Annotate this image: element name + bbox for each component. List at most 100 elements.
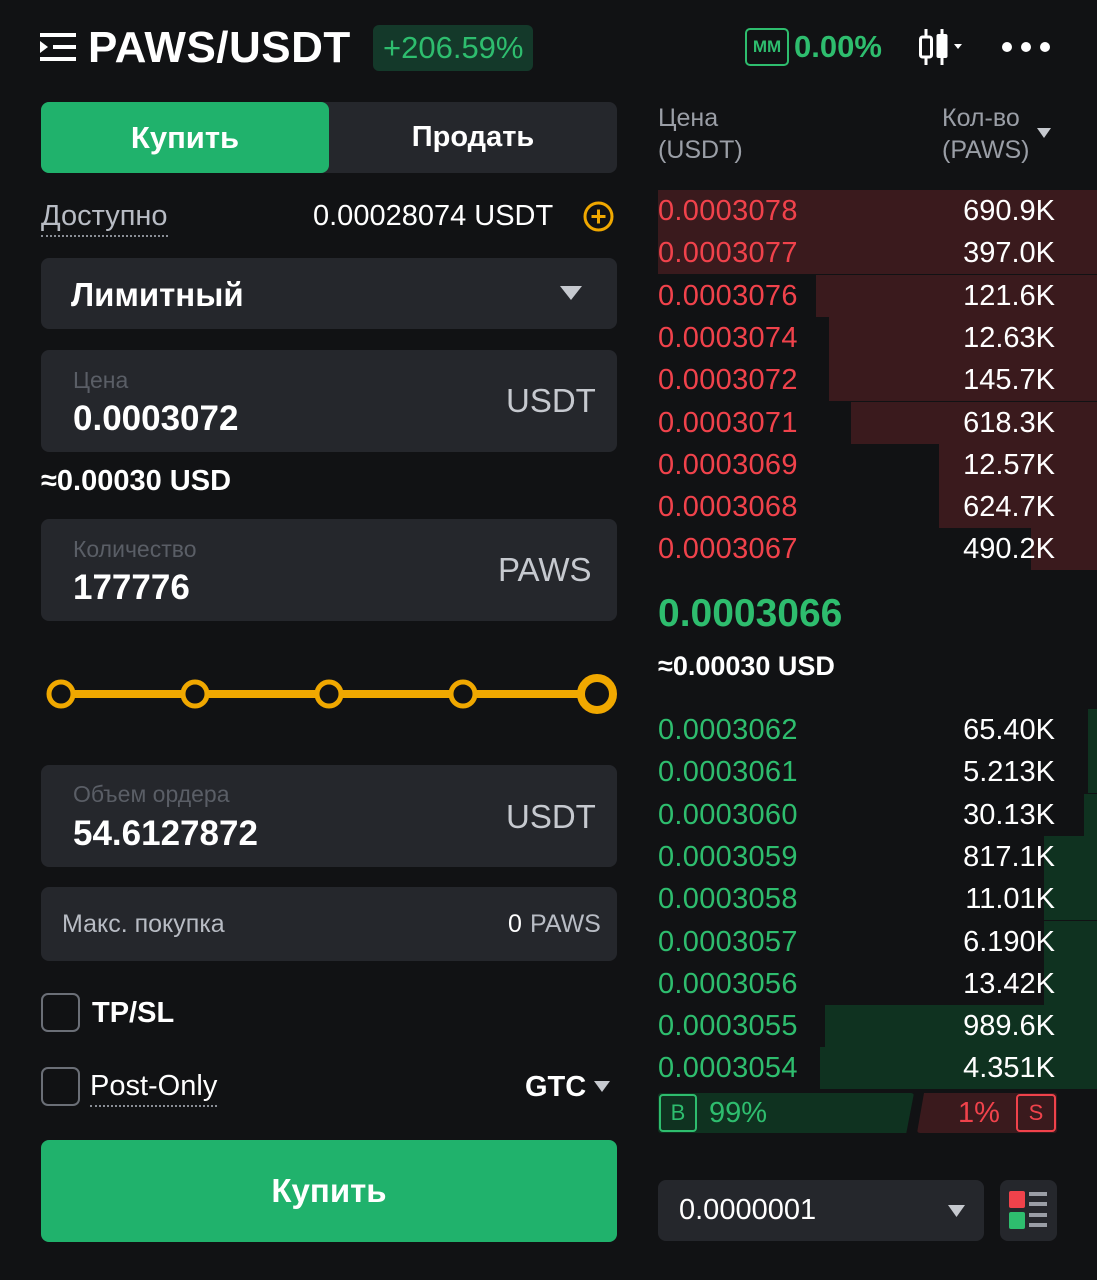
ask-price: 0.0003071 [658, 406, 798, 439]
orderbook-price-header: Цена [658, 104, 719, 132]
order-volume-unit: USDT [506, 798, 596, 835]
buy-button[interactable]: Купить [41, 1140, 617, 1242]
bid-price: 0.0003058 [658, 883, 798, 916]
ask-row[interactable]: 0.0003069 12.57K [658, 443, 1097, 486]
add-funds-icon[interactable] [583, 201, 614, 232]
ask-qty: 145.7K [963, 364, 1055, 397]
depth-bar [820, 1047, 1097, 1090]
bid-row[interactable]: 0.0003056 13.42K [658, 962, 1097, 1005]
orderbook-layout-icon [1009, 1191, 1047, 1229]
order-volume-placeholder: Объем ордера [73, 781, 230, 807]
bid-qty: 13.42K [963, 967, 1055, 1000]
bid-row[interactable]: 0.0003059 817.1K [658, 835, 1097, 878]
ask-qty: 624.7K [963, 491, 1055, 524]
price-change-badge: +206.59% [373, 25, 534, 71]
ask-row[interactable]: 0.0003077 397.0K [658, 232, 1097, 275]
ask-row[interactable]: 0.0003068 624.7K [658, 486, 1097, 529]
tab-buy[interactable]: Купить [41, 102, 329, 173]
available-value: 0.00028074 USDT [313, 200, 554, 232]
ask-qty: 690.9K [963, 195, 1055, 227]
ask-row[interactable]: 0.0003074 12.63K [658, 316, 1097, 359]
ask-price: 0.0003074 [658, 321, 798, 354]
order-type-value: Лимитный [71, 276, 244, 313]
bid-qty: 5.213K [963, 756, 1055, 789]
bid-qty: 989.6K [963, 1010, 1055, 1043]
bid-row[interactable]: 0.0003054 4.351K [658, 1047, 1097, 1090]
depth-bar [1088, 751, 1097, 794]
bid-qty: 11.01K [965, 883, 1055, 916]
ask-price: 0.0003072 [658, 364, 798, 397]
max-buy-value: 0 [508, 910, 522, 938]
depth-bar [824, 1005, 1097, 1048]
slider-step-0[interactable] [46, 679, 76, 709]
bid-price: 0.0003055 [658, 1010, 798, 1043]
bid-row[interactable]: 0.0003058 11.01K [658, 878, 1097, 921]
bid-qty: 65.40K [963, 714, 1055, 746]
menu-icon[interactable] [40, 31, 78, 63]
mm-badge[interactable]: MM [745, 28, 789, 66]
ask-qty: 397.0K [963, 237, 1055, 270]
chevron-down-icon[interactable] [1037, 128, 1051, 138]
bid-price: 0.0003054 [658, 1052, 798, 1085]
slider-handle[interactable] [577, 674, 617, 714]
ask-qty: 618.3K [963, 406, 1055, 439]
ask-row[interactable]: 0.0003067 490.2K [658, 528, 1097, 571]
orderbook-qty-header[interactable]: Кол-во [942, 102, 1020, 134]
mm-value: 0.00% [794, 29, 882, 64]
orderbook-qty-unit[interactable]: (PAWS) [942, 134, 1030, 166]
bid-price: 0.0003062 [658, 714, 798, 746]
time-in-force-select[interactable]: GTC [525, 1068, 586, 1106]
tpsl-checkbox[interactable] [41, 993, 80, 1032]
bid-row[interactable]: 0.0003060 30.13K [658, 793, 1097, 836]
ask-price: 0.0003078 [658, 195, 798, 227]
last-price-usd: ≈0.00030 USD [658, 651, 835, 681]
pair-title[interactable]: PAWS/USDT [88, 22, 351, 74]
price-placeholder: Цена [73, 367, 129, 393]
available-label[interactable]: Доступно [41, 198, 168, 237]
order-volume-value[interactable]: 54.6127872 [73, 814, 258, 854]
ask-qty: 12.63K [963, 321, 1055, 354]
tab-sell[interactable]: Продать [329, 102, 617, 173]
price-value[interactable]: 0.0003072 [73, 399, 238, 439]
post-only-checkbox[interactable] [41, 1067, 80, 1106]
sell-ratio-badge: S [1016, 1094, 1056, 1132]
ask-row[interactable]: 0.0003072 145.7K [658, 359, 1097, 402]
bid-row[interactable]: 0.0003055 989.6K [658, 1005, 1097, 1048]
slider-step-75[interactable] [448, 679, 478, 709]
bid-qty: 817.1K [963, 840, 1055, 873]
ask-row[interactable]: 0.0003071 618.3K [658, 401, 1097, 444]
tpsl-label[interactable]: TP/SL [92, 994, 174, 1032]
amount-slider[interactable] [41, 672, 621, 716]
candlestick-icon[interactable] [918, 26, 964, 68]
buy-ratio-badge: B [659, 1094, 697, 1132]
bid-price: 0.0003061 [658, 756, 798, 789]
post-only-label[interactable]: Post-Only [90, 1067, 218, 1107]
bid-price: 0.0003060 [658, 798, 798, 831]
more-icon[interactable] [1000, 38, 1052, 56]
bid-row[interactable]: 0.0003062 65.40K [658, 709, 1097, 751]
last-price[interactable]: 0.0003066 [658, 590, 842, 638]
ask-price: 0.0003077 [658, 237, 798, 270]
buy-ratio-percent: 99% [709, 1097, 768, 1129]
orderbook-price-unit: (USDT) [658, 136, 743, 164]
quantity-value[interactable]: 177776 [73, 568, 190, 608]
max-buy-unit: PAWS [530, 910, 601, 938]
max-buy-label: Макс. покупка [62, 910, 225, 938]
price-usd-equivalent: ≈0.00030 USD [41, 465, 232, 497]
ask-price: 0.0003067 [658, 533, 798, 566]
ask-row[interactable]: 0.0003078 690.9K [658, 190, 1097, 232]
bid-price: 0.0003057 [658, 925, 798, 958]
ask-row[interactable]: 0.0003076 121.6K [658, 274, 1097, 317]
ask-qty: 121.6K [963, 279, 1055, 312]
slider-step-50[interactable] [314, 679, 344, 709]
chevron-down-icon [948, 1205, 965, 1217]
slider-step-25[interactable] [180, 679, 210, 709]
bid-price: 0.0003056 [658, 967, 798, 1000]
bid-row[interactable]: 0.0003061 5.213K [658, 751, 1097, 794]
ask-qty: 12.57K [963, 448, 1055, 481]
ask-price: 0.0003069 [658, 448, 798, 481]
bid-row[interactable]: 0.0003057 6.190K [658, 920, 1097, 963]
chevron-down-icon [594, 1081, 610, 1092]
depth-bar [1083, 793, 1097, 836]
ask-qty: 490.2K [963, 533, 1055, 566]
